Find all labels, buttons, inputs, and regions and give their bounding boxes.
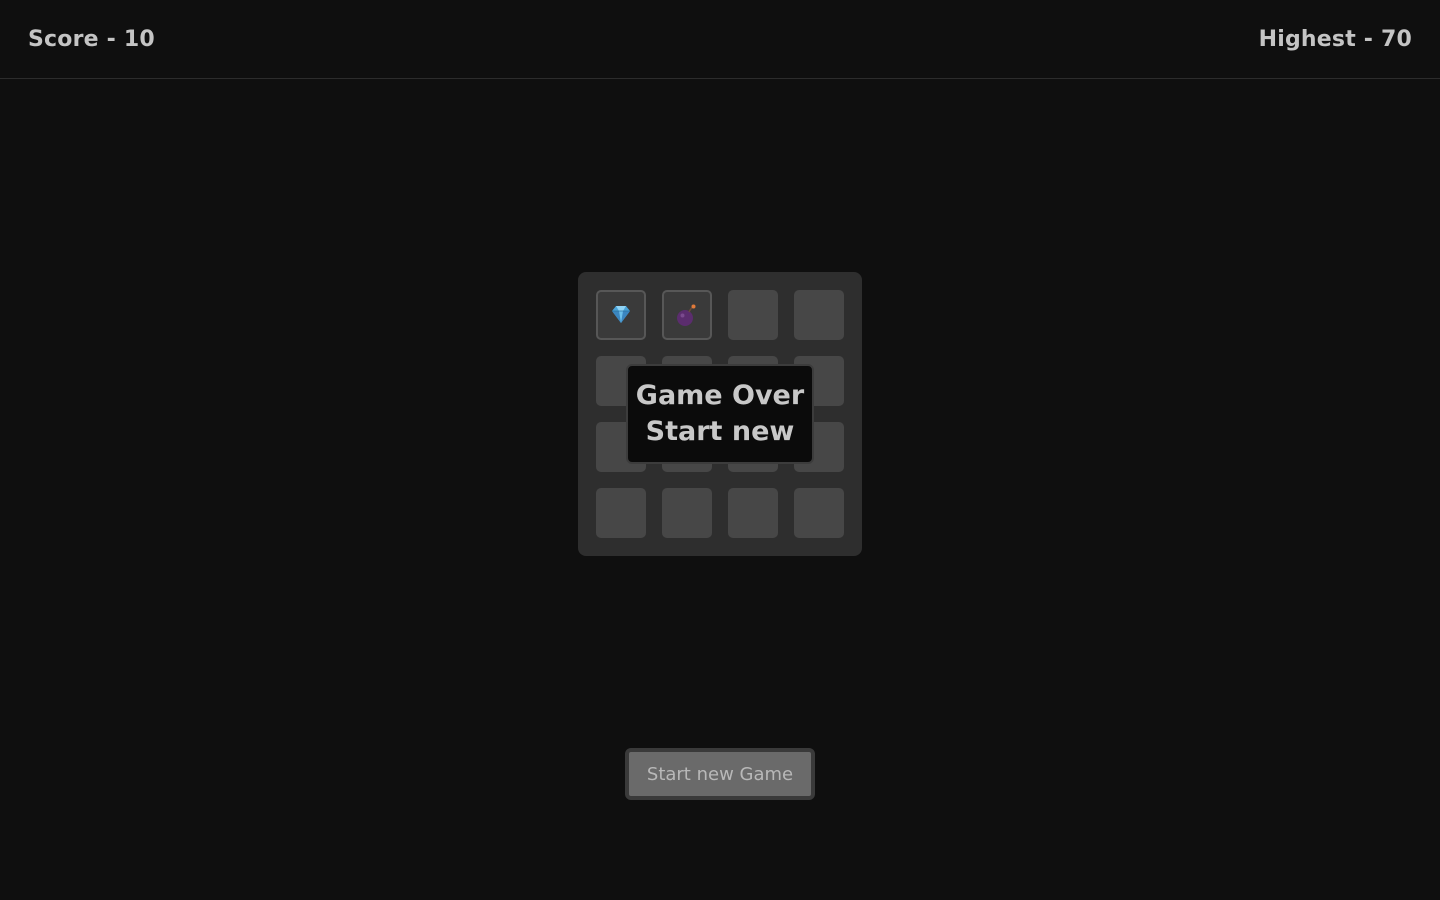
board-cell[interactable] (662, 488, 712, 538)
bomb-icon (677, 304, 696, 326)
board-cell[interactable] (596, 488, 646, 538)
board-cell-diamond[interactable] (596, 290, 646, 340)
score-display: Score - 10 (28, 27, 155, 52)
top-bar: Score - 10 Highest - 70 (0, 0, 1440, 79)
start-new-game-button[interactable]: Start new Game (625, 748, 815, 800)
board-cell[interactable] (728, 488, 778, 538)
start-new-text: Start new (645, 416, 795, 447)
board-cell[interactable] (794, 290, 844, 340)
game-over-text: Game Over (635, 380, 805, 411)
board-cell[interactable] (728, 290, 778, 340)
game-over-overlay[interactable]: Game Over Start new (626, 364, 814, 464)
board-cell-bomb[interactable] (662, 290, 712, 340)
highest-score-display: Highest - 70 (1258, 27, 1412, 52)
board-cell[interactable] (794, 488, 844, 538)
diamond-icon (612, 306, 630, 323)
